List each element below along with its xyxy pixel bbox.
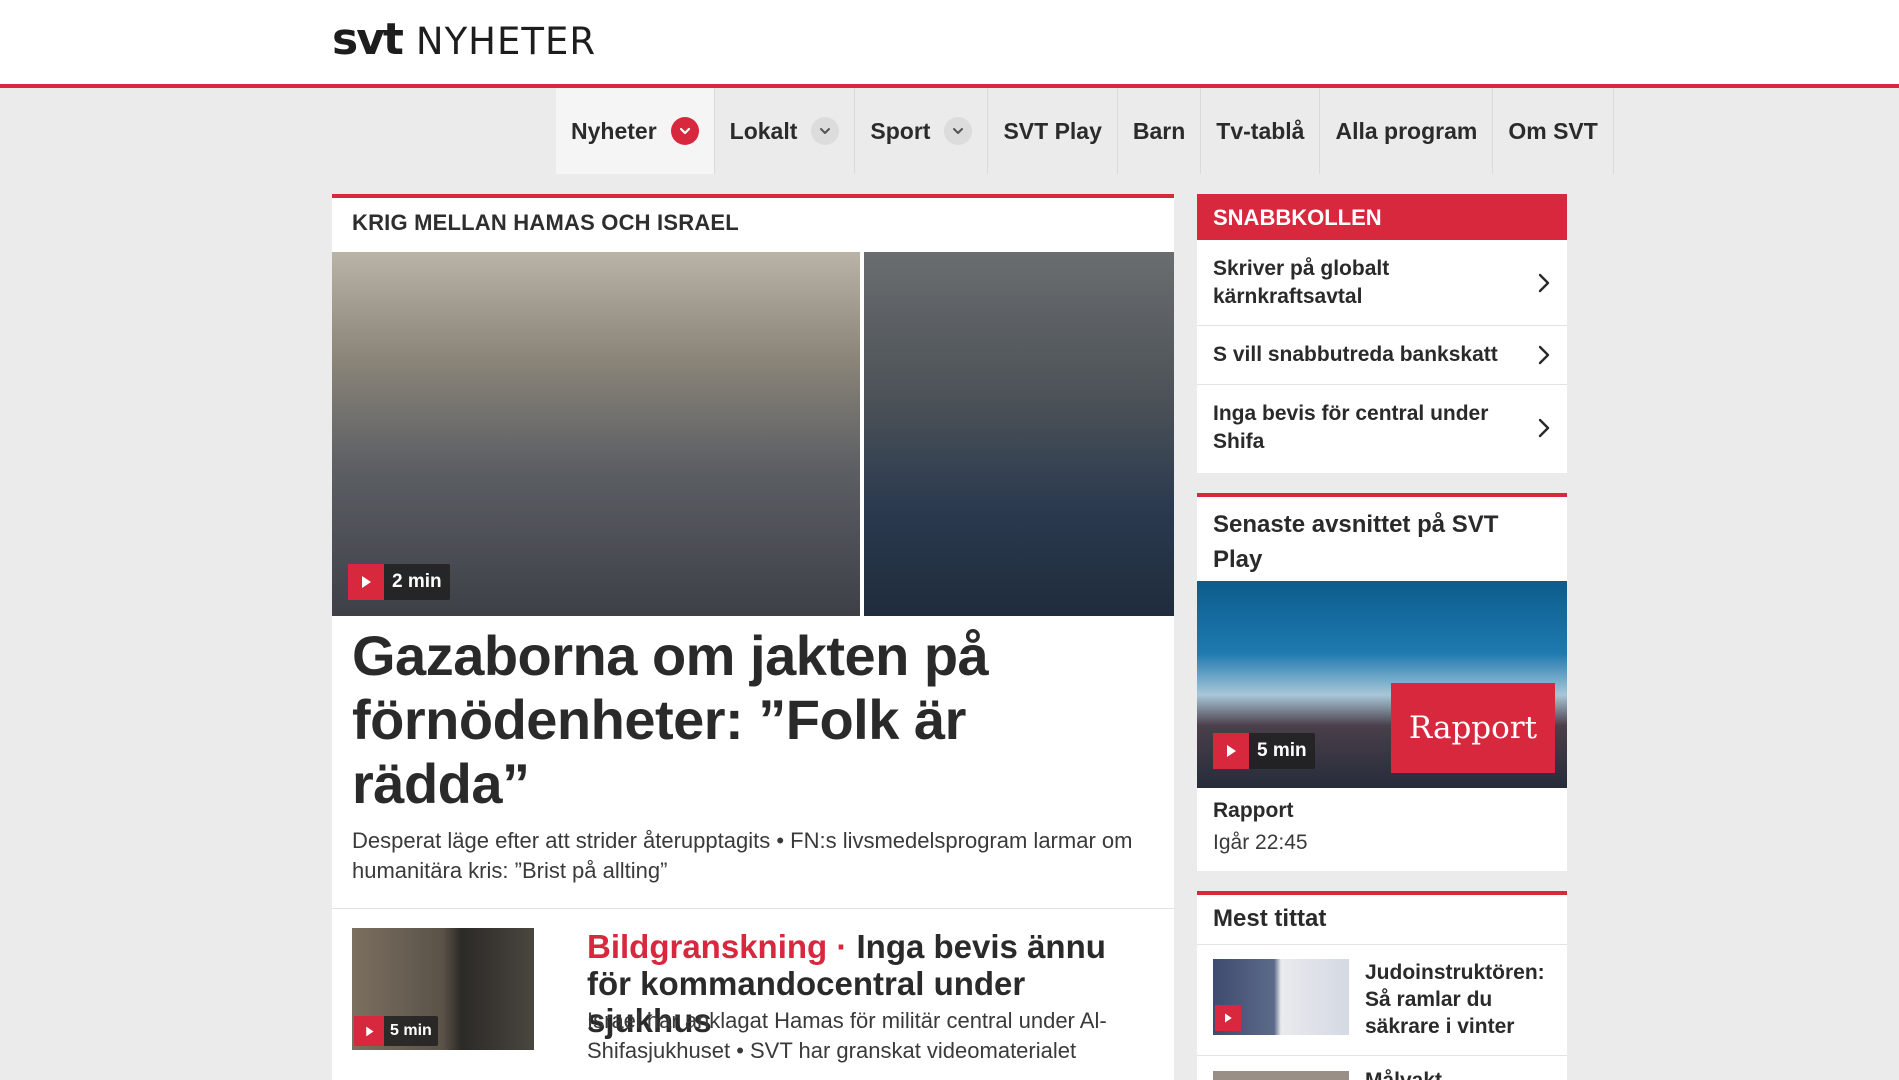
svt-play-card-title[interactable]: Senaste avsnittet på SVT Play [1213, 507, 1543, 577]
snabbkollen-item-label: S vill snabbutreda bankskatt [1213, 343, 1498, 366]
svt-play-card: Senaste avsnittet på SVT Play Rapport 5 … [1197, 493, 1567, 871]
snabbkollen-item[interactable]: Inga bevis för central under Shifa [1197, 385, 1567, 471]
divider [1197, 944, 1567, 945]
chevron-down-icon[interactable] [811, 117, 840, 145]
rapport-video-thumbnail[interactable]: Rapport 5 min [1197, 581, 1567, 788]
most-viewed-item[interactable]: Målvakt... [1365, 1069, 1555, 1080]
main-nav: Nyheter Lokalt Sport SVT Play Barn Tv-ta… [556, 88, 1614, 174]
topic-kicker[interactable]: KRIG MELLAN HAMAS OCH ISRAEL [352, 210, 739, 236]
play-icon [348, 564, 384, 600]
divider [332, 908, 1174, 909]
nav-item-om-svt[interactable]: Om SVT [1493, 88, 1614, 174]
play-icon [1213, 733, 1249, 769]
most-viewed-item[interactable]: Judoinstruktören: Så ramlar du säkrare i… [1365, 959, 1555, 1040]
divider [1197, 1055, 1567, 1056]
play-icon [354, 1016, 384, 1046]
video-duration: 5 min [390, 1022, 432, 1039]
chevron-right-icon [1538, 345, 1550, 365]
nav-item-lokalt[interactable]: Lokalt [715, 88, 856, 174]
snabbkollen-header: SNABBKOLLEN [1197, 194, 1567, 240]
video-duration-badge[interactable]: 2 min [348, 564, 450, 600]
chevron-right-icon [1538, 273, 1550, 292]
nav-item-sport[interactable]: Sport [855, 88, 989, 174]
play-icon [1215, 1005, 1241, 1031]
nav-item-barn[interactable]: Barn [1118, 88, 1202, 174]
nav-label: Nyheter [571, 117, 657, 144]
nav-item-nyheter[interactable]: Nyheter [556, 88, 715, 174]
most-viewed-thumbnail[interactable] [1213, 959, 1349, 1035]
most-viewed-panel: Mest tittat Judoinstruktören: Så ramlar … [1197, 891, 1567, 1080]
nav-item-tv-tabla[interactable]: Tv-tablå [1201, 88, 1321, 174]
article-tag: Bildgranskning · [587, 928, 848, 965]
article-subtitle: Desperat läge efter att strider återuppt… [352, 828, 1133, 883]
secondary-article-subtitle: Israel har anklagat Hamas för militär ce… [587, 1008, 1107, 1063]
hero-image-person [864, 252, 1174, 616]
most-viewed-thumbnail[interactable] [1213, 1071, 1349, 1080]
hero-image-street [332, 252, 860, 616]
nav-label: Sport [870, 117, 931, 144]
snabbkollen-item[interactable]: S vill snabbutreda bankskatt [1197, 326, 1567, 385]
snabbkollen-item-label: Inga bevis för central under Shifa [1213, 402, 1489, 453]
rapport-overlay: Rapport [1391, 683, 1555, 773]
logo-section: NYHETER [415, 20, 597, 63]
chevron-down-icon[interactable] [670, 117, 699, 145]
program-name[interactable]: Rapport [1213, 799, 1294, 823]
video-duration: 2 min [392, 571, 442, 592]
chevron-down-icon[interactable] [944, 117, 973, 145]
video-duration-badge[interactable]: 5 min [1213, 733, 1315, 769]
most-viewed-title: Mest tittat [1213, 905, 1327, 932]
main-article-card: KRIG MELLAN HAMAS OCH ISRAEL 2 min Gazab… [332, 194, 1174, 1080]
nav-label: Lokalt [729, 117, 798, 144]
site-header: svt NYHETER [0, 0, 1899, 88]
nav-item-alla-program[interactable]: Alla program [1320, 88, 1494, 174]
article-headline[interactable]: Gazaborna om jakten på förnödenheter: ”F… [352, 624, 1152, 816]
secondary-video-thumbnail[interactable]: 5 min [352, 928, 534, 1050]
snabbkollen-item[interactable]: Skriver på globalt kärnkraftsavtal [1197, 240, 1567, 326]
svt-nyheter-logo[interactable]: svt NYHETER [332, 14, 596, 65]
nav-item-svt-play[interactable]: SVT Play [988, 88, 1118, 174]
snabbkollen-item-label: Skriver på globalt kärnkraftsavtal [1213, 256, 1390, 308]
logo-svt: svt [332, 14, 404, 65]
hero-video-thumbnail[interactable]: 2 min [332, 252, 1174, 616]
video-duration-badge[interactable]: 5 min [354, 1016, 438, 1046]
video-duration: 5 min [1257, 740, 1307, 761]
snabbkollen-panel: SNABBKOLLEN Skriver på globalt kärnkraft… [1197, 194, 1567, 473]
program-time: Igår 22:45 [1213, 831, 1308, 854]
chevron-right-icon [1538, 418, 1550, 438]
